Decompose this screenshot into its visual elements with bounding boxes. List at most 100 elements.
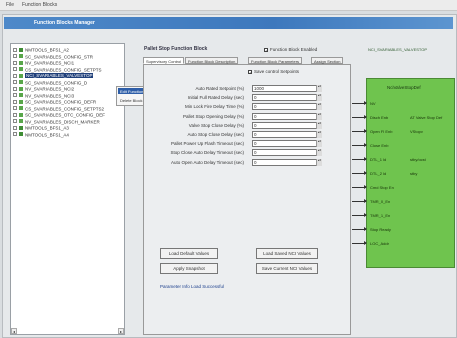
expand-icon[interactable]: [13, 99, 17, 104]
expand-icon[interactable]: [13, 106, 17, 111]
expand-icon[interactable]: [13, 54, 17, 59]
tree-item[interactable]: NMTOOLS_BFS1_A3: [13, 125, 125, 131]
expand-icon[interactable]: [13, 125, 17, 130]
parameter-input[interactable]: 0: [252, 94, 322, 102]
signal-name: Disch Enb: [370, 115, 389, 120]
parameter-label: Stop Close Auto Delay Timeout (sec): [170, 150, 244, 156]
parameter-input[interactable]: 0: [252, 103, 322, 111]
parameter-input[interactable]: 0: [252, 131, 322, 138]
tree-item[interactable]: SC_SVARIABLES_CONFIG_D: [13, 80, 125, 86]
tab-assign-section[interactable]: Assign Section: [311, 57, 344, 64]
spinner-icon[interactable]: ▴▾: [316, 85, 322, 92]
spinner-icon[interactable]: ▴▾: [316, 131, 322, 138]
menu-view[interactable]: Function Blocks: [22, 2, 57, 8]
window-title: Function Blocks Manager: [34, 20, 95, 26]
expand-icon[interactable]: [13, 67, 17, 72]
block-icon: [19, 47, 23, 52]
expand-icon[interactable]: [13, 93, 17, 98]
tree-item[interactable]: NV_SVARIABLES_DISCH_MARKER: [13, 119, 125, 125]
save-current-nci-values-button[interactable]: Save Current NCI Values: [256, 263, 318, 274]
title-bar: Function Blocks Manager: [4, 17, 453, 29]
tree-item[interactable]: SC_SVARIABLES_CONFIG_STR: [13, 54, 125, 60]
main-panel: Pallet Stop Function Block ✓ Function Blo…: [140, 43, 455, 335]
tree-scroll-left-button[interactable]: ◂: [11, 328, 17, 334]
spinner-icon[interactable]: ▴▾: [316, 140, 322, 148]
signal-row: Stop Ready: [370, 227, 450, 233]
menu-file[interactable]: File: [6, 2, 14, 8]
parameter-row: Auto Rated Setpoint (%) 1000 ▴▾: [144, 85, 344, 93]
signal-name: Close Enb: [370, 143, 389, 148]
parameter-input[interactable]: 0: [252, 149, 322, 157]
parameter-row: Pallet Power Up Flash Timeout (sec) 0 ▴▾: [144, 140, 344, 148]
expand-icon[interactable]: [13, 112, 17, 117]
spinner-icon[interactable]: ▴▾: [316, 149, 322, 157]
signal-arrow-icon: [352, 115, 367, 119]
checkbox-icon[interactable]: ✓: [264, 47, 268, 52]
parameter-input[interactable]: 0: [252, 112, 322, 120]
function-block-tree[interactable]: NMTOOLS_BFS1_A2 SC_SVARIABLES_CONFIG_STR N…: [10, 43, 125, 335]
expand-icon[interactable]: [13, 73, 17, 78]
signal-row: LOC_Addr: [370, 241, 450, 247]
tree-item[interactable]: NV_SVARIABLES_NCI2: [13, 86, 125, 92]
save-control-checkbox[interactable]: ✓ Save control Setpoints: [248, 69, 299, 74]
signal-name: TMR_1_En: [370, 213, 391, 218]
signal-row: Cmd Stop En: [370, 185, 450, 191]
tree-item[interactable]: NMTOOLS_BFS1_A4: [13, 132, 125, 138]
parameter-input[interactable]: 0: [252, 158, 322, 166]
block-icon: [19, 60, 23, 65]
signal-name: Open Fl Enb: [370, 129, 393, 134]
tree-item[interactable]: NMTOOLS_BFS1_A2: [13, 47, 125, 53]
tree-item-label: NV_SVARIABLES_DISCH_MARKER: [25, 118, 100, 124]
tree-item[interactable]: CS_SVARIABLES_CONFIG_SETPTS: [13, 67, 125, 73]
load-default-values-button[interactable]: Load Default Values: [160, 248, 218, 259]
signal-value: VStopv: [410, 129, 423, 134]
parameter-label: Auto Open Auto Delay Timeout (sec): [170, 159, 244, 165]
block-icon: [19, 54, 23, 59]
expand-icon[interactable]: [13, 60, 17, 65]
parameter-input[interactable]: 1000: [252, 85, 322, 92]
tree-scroll-right-button[interactable]: ▸: [118, 328, 124, 334]
tab-function-block-parameters[interactable]: Function Block Parameters: [248, 57, 303, 64]
parameter-info-link[interactable]: Parameter Info Load Successful: [160, 284, 224, 289]
block-icon: [19, 106, 23, 111]
parameter-label: Valve Stop Close Delay (%): [188, 122, 244, 128]
expand-icon[interactable]: [13, 119, 17, 124]
tree-item[interactable]: NV_SVARIABLES_NCI1: [13, 60, 125, 66]
tree-item[interactable]: CS_SVARIABLES_CONFIG_SETPTS2: [13, 106, 125, 112]
expand-icon[interactable]: [13, 132, 17, 137]
signal-value: stby: [410, 171, 418, 176]
checkbox-icon[interactable]: ✓: [248, 69, 252, 74]
signal-arrow-icon: [352, 101, 367, 105]
expand-icon[interactable]: [13, 80, 17, 85]
expand-icon[interactable]: [13, 86, 17, 91]
save-control-label: Save control Setpoints: [254, 69, 300, 74]
tree-item[interactable]: NCI_SVARIABLES_VALVESTOP: [13, 73, 125, 79]
spinner-icon[interactable]: ▴▾: [316, 112, 322, 120]
tab-supervisory-control[interactable]: Supervisory Control: [143, 57, 185, 64]
parameter-input[interactable]: 0: [252, 121, 322, 129]
tree-item[interactable]: SC_SVARIABLES_OTC_CONFIG_DEF: [13, 112, 125, 118]
block-icon: [19, 132, 23, 137]
parameter-row: Auto Open Auto Delay Timeout (sec) 0 ▴▾: [144, 158, 344, 167]
tree-item[interactable]: SC_SVARIABLES_CONFIG_DEFR: [13, 99, 125, 105]
parameter-input[interactable]: 0: [252, 140, 322, 148]
tree-item-label: SC_SVARIABLES_CONFIG_DEFR: [25, 99, 97, 105]
spinner-icon[interactable]: ▴▾: [316, 158, 322, 166]
spinner-icon[interactable]: ▴▾: [316, 94, 322, 102]
expand-icon[interactable]: [13, 47, 17, 52]
signal-value: AT Valve Stop Def: [410, 115, 443, 120]
tab-function-block-description[interactable]: Function Block Description: [185, 57, 239, 64]
tree-item[interactable]: NV_SVARIABLES_NCI3: [13, 93, 125, 99]
spinner-icon[interactable]: ▴▾: [316, 103, 322, 111]
signal-arrow-icon: [352, 199, 367, 203]
signal-name: DTL_2 ld: [370, 171, 387, 176]
spinner-icon[interactable]: ▴▾: [316, 121, 322, 129]
apply-snapshot-button[interactable]: Apply Snapshot: [160, 263, 218, 274]
parameter-label: Pallet Power Up Flash Timeout (sec): [170, 141, 244, 147]
signal-arrow-icon: [352, 213, 367, 217]
block-icon: [19, 93, 23, 98]
tree-item-label: SC_SVARIABLES_CONFIG_STR: [25, 53, 93, 59]
enable-checkbox[interactable]: ✓ Function Block Enabled: [264, 47, 317, 52]
tree-item-label: SC_SVARIABLES_OTC_CONFIG_DEF: [25, 112, 105, 118]
load-saved-nci-values-button[interactable]: Load Saved NCI Values: [256, 248, 318, 259]
